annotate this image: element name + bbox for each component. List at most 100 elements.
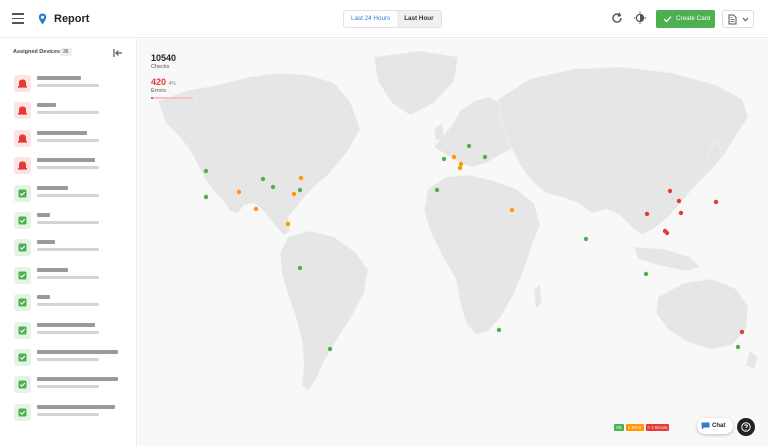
indonesia [633,246,701,272]
device-subtitle [37,275,99,279]
range-last-hour[interactable]: Last Hour [397,11,440,27]
device-marker-ok[interactable] [327,346,333,352]
device-marker-multi-error[interactable] [676,198,682,204]
chevron-down-icon [742,17,749,22]
device-marker-one-error[interactable] [291,191,297,197]
errors-count-row: 420 4% [151,77,193,87]
device-marker-one-error[interactable] [253,206,259,212]
location-pin-icon [38,13,47,25]
legend-ok: Ok [614,424,624,431]
device-marker-ok[interactable] [482,154,488,160]
device-item[interactable] [14,403,129,423]
status-legend: Ok 1 Error > 1 Errors [614,424,670,431]
device-alert-icon [14,102,31,120]
device-marker-ok[interactable] [643,271,649,277]
device-marker-ok[interactable] [466,143,472,149]
top-header: Report Last 24 Hours Last Hour Create Ca… [0,0,768,38]
device-alert-icon [14,157,31,175]
menu-icon[interactable] [12,13,24,24]
device-item[interactable] [14,156,129,176]
device-marker-multi-error[interactable] [713,199,719,205]
device-marker-ok[interactable] [583,236,589,242]
device-marker-one-error[interactable] [298,175,304,181]
device-name [37,130,87,135]
create-card-label: Create Card [676,15,711,22]
page-title: Report [54,13,90,25]
south-america [279,230,369,392]
help-button[interactable] [737,418,755,436]
device-marker-ok[interactable] [735,344,741,350]
device-subtitle [37,166,99,170]
device-marker-multi-error[interactable] [739,329,745,335]
errors-percent: 4% [168,81,176,87]
device-marker-ok[interactable] [270,184,276,190]
device-alert-icon [14,75,31,92]
device-ok-icon [14,294,31,312]
device-subtitle [37,330,99,334]
device-ok-icon [14,349,31,366]
chat-button[interactable]: Chat [697,418,733,434]
errors-label: Errors [151,88,166,94]
create-card-button[interactable]: Create Card [656,10,715,28]
device-subtitle [37,138,99,142]
device-marker-one-error[interactable] [457,165,463,171]
checks-count: 10540 [151,53,177,63]
theme-contrast-icon[interactable] [633,11,647,25]
device-subtitle [37,248,99,252]
device-ok-icon [14,239,31,257]
device-name [37,76,81,80]
device-item[interactable] [14,375,129,395]
device-marker-multi-error[interactable] [644,211,650,217]
greenland [373,50,459,116]
device-count-badge: 36 [60,48,72,56]
device-item[interactable] [14,211,129,231]
device-name [37,322,95,327]
range-last-24-hours[interactable]: Last 24 Hours [344,11,398,27]
device-name [37,103,56,108]
help-icon [741,422,751,432]
device-marker-ok[interactable] [496,327,502,333]
device-alert-icon [14,129,31,147]
device-marker-one-error[interactable] [236,189,242,195]
collapse-sidebar-icon[interactable] [113,48,123,58]
device-name [37,158,95,163]
device-marker-one-error[interactable] [451,154,457,160]
device-item[interactable] [14,74,129,94]
device-marker-ok[interactable] [297,187,303,193]
device-item[interactable] [14,266,129,286]
device-marker-one-error[interactable] [509,207,515,213]
device-name [37,267,68,272]
device-marker-ok[interactable] [441,156,447,162]
device-item[interactable] [14,321,129,341]
world-map[interactable]: 10540 Checks 420 4% Errors [138,39,768,446]
legend-one-error: 1 Error [625,424,644,431]
australia [655,278,749,350]
madagascar [533,284,543,310]
device-marker-ok[interactable] [203,194,209,200]
device-ok-icon [14,212,31,229]
device-marker-multi-error[interactable] [664,230,670,236]
africa [423,174,541,336]
device-name [37,240,55,245]
refresh-icon[interactable] [610,11,624,25]
device-item[interactable] [14,129,129,149]
device-marker-multi-error[interactable] [667,188,673,194]
device-item[interactable] [14,293,129,313]
device-marker-ok[interactable] [260,176,266,182]
device-name [37,295,50,300]
device-name [37,185,68,190]
device-marker-ok[interactable] [434,187,440,193]
device-item[interactable] [14,101,129,121]
device-item[interactable] [14,348,129,368]
device-marker-one-error[interactable] [285,221,291,227]
device-item[interactable] [14,184,129,204]
device-item[interactable] [14,238,129,258]
device-name [37,404,115,409]
device-marker-ok[interactable] [203,168,209,174]
export-dropdown[interactable] [722,10,754,28]
device-marker-multi-error[interactable] [678,210,684,216]
device-name [37,350,118,354]
device-marker-ok[interactable] [297,265,303,271]
device-marker-one-error[interactable] [458,161,464,167]
device-ok-icon [14,321,31,339]
